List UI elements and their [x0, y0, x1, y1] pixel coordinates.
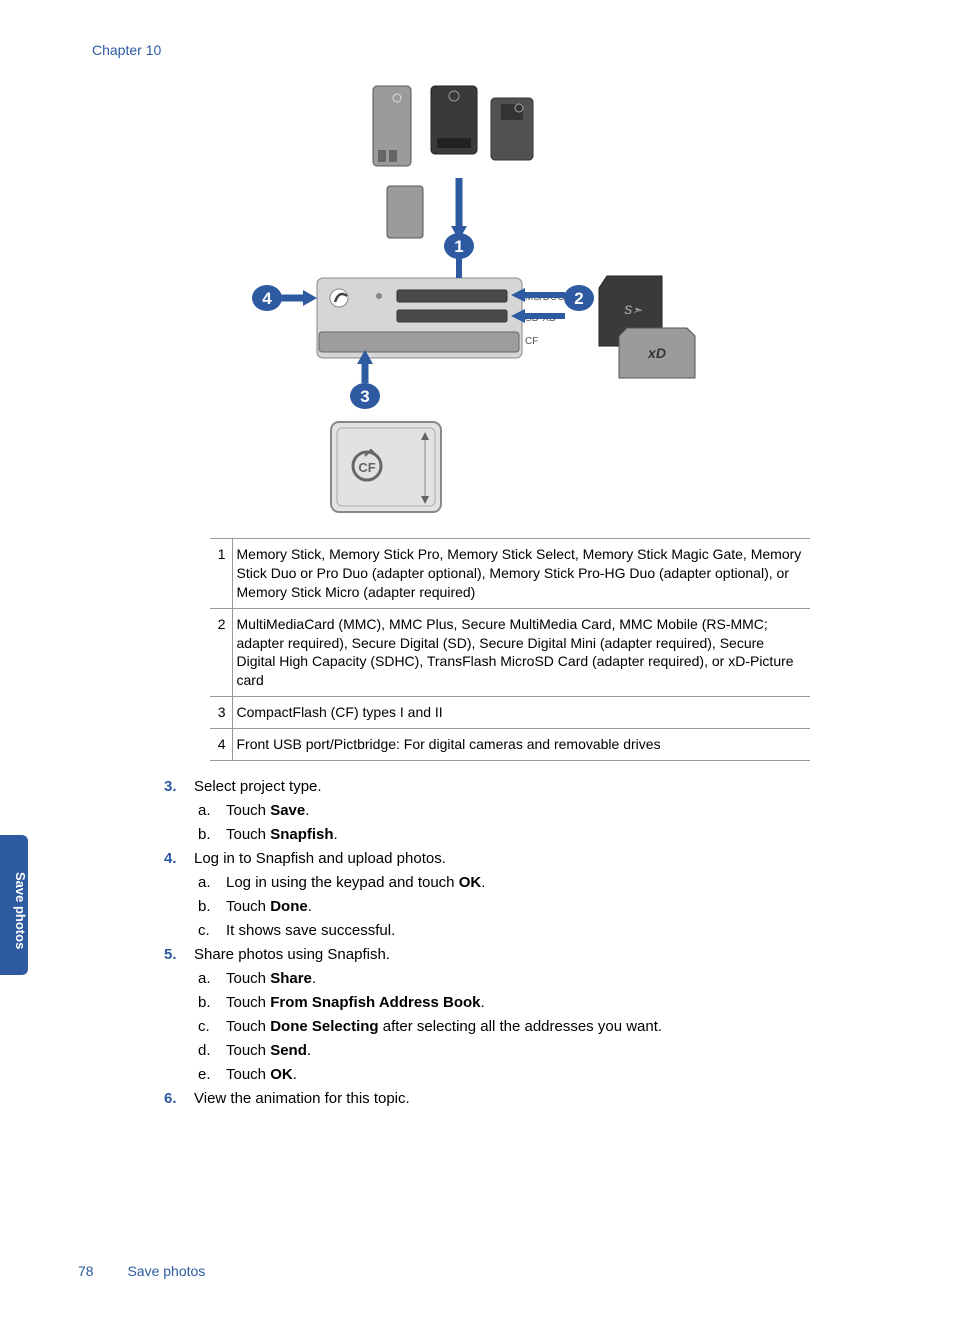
legend-table: 1Memory Stick, Memory Stick Pro, Memory … [210, 538, 810, 761]
step-3: 3. Select project type. a. Touch Save. b… [164, 775, 862, 847]
table-row: 2MultiMediaCard (MMC), MMC Plus, Secure … [210, 608, 810, 697]
bubble-3-label: 3 [360, 387, 369, 406]
legend-num: 4 [210, 729, 232, 761]
substep-5c: c. Touch Done Selecting after selecting … [194, 1015, 862, 1039]
table-row: 3CompactFlash (CF) types I and II [210, 697, 810, 729]
substep-3b: b. Touch Snapfish. [194, 823, 862, 847]
page-footer: 78 Save photos [78, 1263, 205, 1279]
step-text: View the animation for this topic. [194, 1087, 862, 1111]
card-slot-diagram: 1 MS/DUO SD·XD CF 4 [92, 78, 862, 518]
slot-label-cf: CF [525, 336, 538, 347]
legend-num: 3 [210, 697, 232, 729]
chapter-header: Chapter 10 [92, 42, 862, 58]
table-row: 1Memory Stick, Memory Stick Pro, Memory … [210, 539, 810, 609]
page-number: 78 [78, 1263, 94, 1279]
step-number: 3. [164, 775, 194, 847]
substep-4c: c. It shows save successful. [194, 919, 862, 943]
instruction-steps: 3. Select project type. a. Touch Save. b… [164, 775, 862, 1111]
bubble-2-label: 2 [574, 289, 583, 308]
legend-num: 2 [210, 608, 232, 697]
footer-title: Save photos [127, 1263, 205, 1279]
legend-text: MultiMediaCard (MMC), MMC Plus, Secure M… [232, 608, 810, 697]
bubble-4-label: 4 [262, 289, 272, 308]
step-5: 5. Share photos using Snapfish. a. Touch… [164, 943, 862, 1087]
step-number: 6. [164, 1087, 194, 1111]
step-number: 4. [164, 847, 194, 943]
step-text: Log in to Snapfish and upload photos. [194, 847, 862, 871]
step-4: 4. Log in to Snapfish and upload photos.… [164, 847, 862, 943]
side-tab: Save photos [0, 835, 28, 975]
substep-3a: a. Touch Save. [194, 799, 862, 823]
step-text: Share photos using Snapfish. [194, 943, 862, 967]
substep-4a: a. Log in using the keypad and touch OK. [194, 871, 862, 895]
bubble-1-label: 1 [454, 237, 463, 256]
substep-5b: b. Touch From Snapfish Address Book. [194, 991, 862, 1015]
svg-text:xD: xD [647, 345, 666, 361]
step-number: 5. [164, 943, 194, 1087]
step-text: Select project type. [194, 775, 862, 799]
legend-text: CompactFlash (CF) types I and II [232, 697, 810, 729]
legend-text: Front USB port/Pictbridge: For digital c… [232, 729, 810, 761]
step-6: 6. View the animation for this topic. [164, 1087, 862, 1111]
substep-5e: e. Touch OK. [194, 1063, 862, 1087]
legend-num: 1 [210, 539, 232, 609]
svg-text:S➣: S➣ [624, 303, 643, 317]
svg-text:CF: CF [358, 460, 375, 475]
substep-5d: d. Touch Send. [194, 1039, 862, 1063]
legend-text: Memory Stick, Memory Stick Pro, Memory S… [232, 539, 810, 609]
table-row: 4Front USB port/Pictbridge: For digital … [210, 729, 810, 761]
substep-4b: b. Touch Done. [194, 895, 862, 919]
substep-5a: a. Touch Share. [194, 967, 862, 991]
